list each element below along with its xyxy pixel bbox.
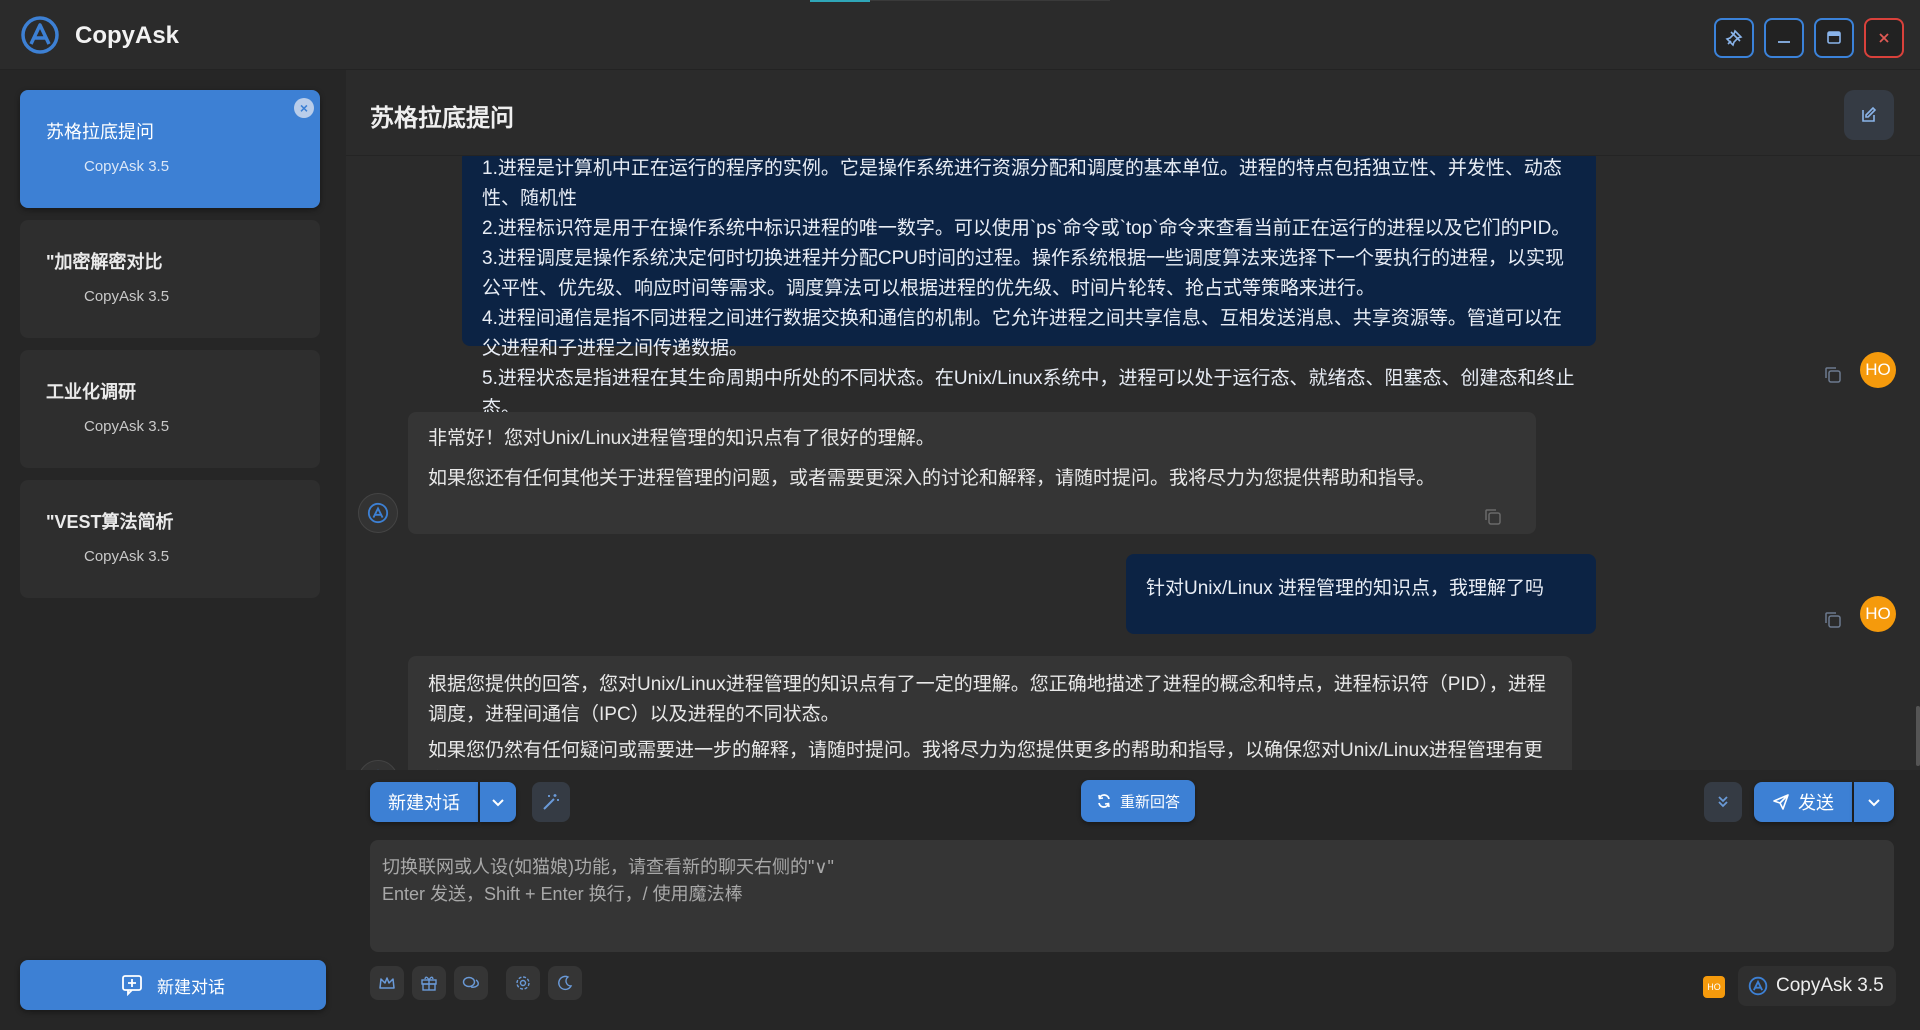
send-icon bbox=[1773, 794, 1789, 810]
conversation-title: "加密解密对比 bbox=[46, 252, 163, 272]
assistant-message: 非常好！您对Unix/Linux进程管理的知识点有了很好的理解。 如果您还有任何… bbox=[408, 412, 1536, 534]
conversation-item-active[interactable]: 苏格拉底提问 CopyAsk 3.5 × bbox=[20, 90, 320, 208]
new-chat-label: 新建对话 bbox=[388, 793, 460, 813]
theme-toggle-button[interactable] bbox=[548, 966, 582, 1000]
close-button[interactable] bbox=[1864, 18, 1904, 58]
crown-icon bbox=[379, 977, 395, 989]
conversation-model: CopyAsk 3.5 bbox=[84, 418, 170, 435]
pin-icon bbox=[1725, 29, 1743, 47]
top-divider-line bbox=[870, 0, 1110, 1]
magic-wand-button[interactable] bbox=[532, 782, 570, 822]
message-list: 1.进程是计算机中正在运行的程序的实例。它是操作系统进行资源分配和调度的基本单位… bbox=[346, 156, 1920, 770]
gift-icon bbox=[421, 976, 437, 991]
refresh-icon bbox=[1098, 794, 1110, 808]
scroll-to-bottom-button[interactable] bbox=[1704, 782, 1742, 822]
bot-avatar-icon bbox=[358, 760, 398, 770]
minimize-icon bbox=[1778, 41, 1790, 43]
message-line: 如果您仍然有任何疑问或需要进一步的解释，请随时提问。我将尽力为您提供更多的帮助和… bbox=[428, 740, 1543, 761]
regenerate-label: 重新回答 bbox=[1119, 793, 1180, 811]
copyask-logo-icon bbox=[1748, 976, 1768, 996]
minimize-button[interactable] bbox=[1764, 18, 1804, 58]
user-avatar: HO bbox=[1860, 596, 1896, 632]
scrollbar-thumb[interactable] bbox=[1916, 706, 1920, 766]
app-title: CopyAsk bbox=[75, 22, 180, 49]
sidebar: 苏格拉底提问 CopyAsk 3.5 × "加密解密对比 CopyAsk 3.5… bbox=[0, 70, 346, 1030]
pin-button[interactable] bbox=[1714, 18, 1754, 58]
input-placeholder-line: Enter 发送，Shift + Enter 换行，/ 使用魔法棒 bbox=[382, 884, 743, 904]
moon-icon bbox=[558, 975, 573, 991]
conversation-model: CopyAsk 3.5 bbox=[84, 288, 170, 305]
chat-title: 苏格拉底提问 bbox=[370, 105, 514, 132]
chevron-down-icon bbox=[492, 799, 504, 807]
maximize-icon bbox=[1827, 31, 1841, 44]
message-line: 2.进程标识符是用于在操作系统中标识进程的唯一数字。可以使用`ps`命令或`to… bbox=[482, 218, 1571, 239]
conversation-title: 工业化调研 bbox=[46, 382, 136, 402]
send-label: 发送 bbox=[1798, 793, 1834, 813]
new-chat-icon bbox=[122, 975, 142, 996]
message-line: 非常好！您对Unix/Linux进程管理的知识点有了很好的理解。 bbox=[428, 428, 935, 449]
copyask-logo-icon bbox=[20, 15, 60, 55]
user-avatar: HO bbox=[1860, 352, 1896, 388]
input-placeholder-line: 切换联网或人设(如猫娘)功能，请查看新的聊天右侧的"∨" bbox=[382, 857, 834, 877]
conversation-item[interactable]: 工业化调研 CopyAsk 3.5 bbox=[20, 350, 320, 468]
copy-icon[interactable] bbox=[1824, 366, 1842, 384]
chat-bubbles-icon bbox=[462, 976, 479, 988]
user-message: 1.进程是计算机中正在运行的程序的实例。它是操作系统进行资源分配和调度的基本单位… bbox=[462, 156, 1596, 419]
conversation-item[interactable]: "加密解密对比 CopyAsk 3.5 bbox=[20, 220, 320, 338]
conversation-title: "VEST算法简析 bbox=[46, 512, 174, 532]
message-line: 4.进程间通信是指不同进程之间进行数据交换和通信的机制。它允许进程之间共享信息、… bbox=[482, 308, 1562, 359]
settings-button[interactable] bbox=[506, 966, 540, 1000]
delete-conversation-icon[interactable]: × bbox=[294, 98, 314, 118]
conversation-title: 苏格拉底提问 bbox=[46, 122, 154, 142]
assistant-message: 根据您提供的回答，您对Unix/Linux进程管理的知识点有了一定的理解。您正确… bbox=[408, 656, 1572, 770]
sidebar-new-chat-label: 新建对话 bbox=[157, 977, 225, 997]
top-accent-line bbox=[810, 0, 870, 2]
magic-wand-icon bbox=[543, 794, 559, 810]
message-line: 根据您提供的回答，您对Unix/Linux进程管理的知识点有了一定的理解。您正确… bbox=[428, 674, 1546, 725]
new-chat-button[interactable]: 新建对话 bbox=[370, 782, 478, 822]
send-dropdown-button[interactable] bbox=[1854, 782, 1894, 822]
settings-icon bbox=[516, 976, 530, 990]
chat-bubbles-button[interactable] bbox=[454, 966, 488, 1000]
copy-icon[interactable] bbox=[1484, 508, 1502, 526]
copy-icon[interactable] bbox=[1824, 611, 1842, 629]
conversation-model: CopyAsk 3.5 bbox=[84, 548, 170, 565]
sidebar-new-chat-button[interactable]: 新建对话 bbox=[20, 960, 326, 1010]
double-chevron-down-icon bbox=[1718, 796, 1728, 808]
message-line: 3.进程调度是操作系统决定何时切换进程并分配CPU时间的过程。操作系统根据一些调… bbox=[482, 248, 1564, 299]
message-line: 如果您还有任何其他关于进程管理的问题，或者需要更深入的讨论和解释，请随时提问。我… bbox=[428, 468, 1436, 489]
chevron-down-icon bbox=[1868, 799, 1880, 807]
model-label: CopyAsk 3.5 bbox=[1776, 975, 1884, 996]
composer: 新建对话 重新回答 发送 切换联网或人设(如猫娘)功能，请查看新的聊天右侧的"∨… bbox=[346, 770, 1920, 1030]
crown-button[interactable] bbox=[370, 966, 404, 1000]
chat-header: 苏格拉底提问 bbox=[346, 70, 1920, 156]
new-chat-dropdown-button[interactable] bbox=[480, 782, 516, 822]
edit-icon bbox=[1862, 106, 1877, 122]
send-button[interactable]: 发送 bbox=[1754, 782, 1852, 822]
maximize-button[interactable] bbox=[1814, 18, 1854, 58]
model-selector[interactable]: CopyAsk 3.5 bbox=[1738, 966, 1896, 1006]
close-icon bbox=[1879, 33, 1889, 43]
conversation-model: CopyAsk 3.5 bbox=[84, 158, 170, 175]
user-badge[interactable]: HO bbox=[1703, 976, 1725, 998]
regenerate-button[interactable]: 重新回答 bbox=[1081, 780, 1195, 822]
message-line: 针对Unix/Linux 进程管理的知识点，我理解了吗 bbox=[1146, 578, 1544, 599]
user-message: 针对Unix/Linux 进程管理的知识点，我理解了吗 bbox=[1126, 554, 1596, 634]
message-line: 1.进程是计算机中正在运行的程序的实例。它是操作系统进行资源分配和调度的基本单位… bbox=[482, 158, 1562, 209]
title-bar: CopyAsk bbox=[0, 0, 1920, 70]
edit-title-button[interactable] bbox=[1844, 90, 1894, 140]
gift-button[interactable] bbox=[412, 966, 446, 1000]
message-input[interactable]: 切换联网或人设(如猫娘)功能，请查看新的聊天右侧的"∨" Enter 发送，Sh… bbox=[370, 840, 1894, 952]
bot-avatar-icon bbox=[358, 493, 398, 533]
conversation-item[interactable]: "VEST算法简析 CopyAsk 3.5 bbox=[20, 480, 320, 598]
